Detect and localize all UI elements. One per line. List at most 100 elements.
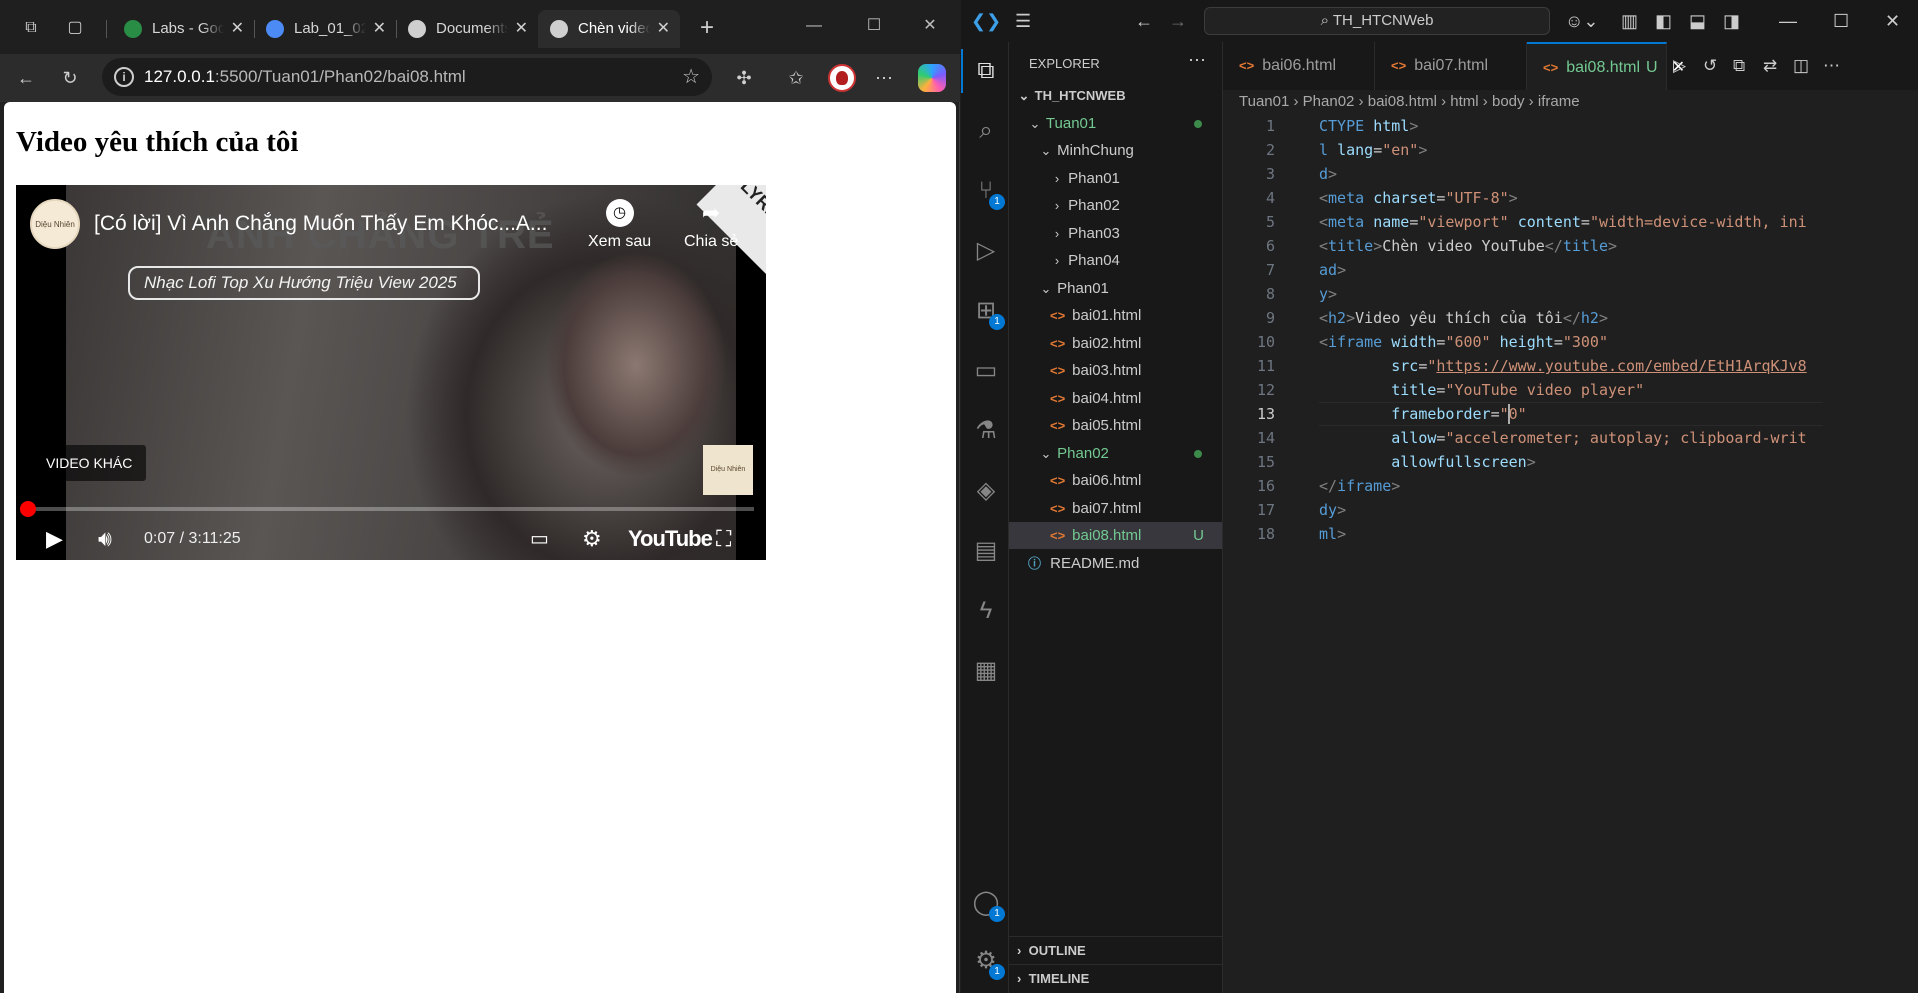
file-item[interactable]: <> bai07.html [1009, 495, 1222, 522]
minimize-icon[interactable]: — [1779, 10, 1797, 32]
volume-icon[interactable]: 🔊︎ [98, 524, 112, 554]
accounts-icon[interactable]: ◯ 1 [971, 888, 1005, 922]
explorer-more-icon[interactable]: ⋯ [1188, 50, 1206, 71]
breadcrumb-item[interactable]: html [1450, 93, 1478, 110]
channel-watermark[interactable]: Diệu Nhiên [703, 445, 753, 495]
back-icon[interactable]: ← [14, 66, 38, 90]
file-item[interactable]: <> bai02.html [1009, 330, 1222, 357]
youtube-logo[interactable]: YouTube [628, 526, 713, 552]
reload-icon[interactable]: ↻ [58, 66, 82, 90]
folder-item[interactable]: ⌄ MinhChung [1009, 137, 1222, 164]
containers-icon[interactable]: ▦ [971, 656, 1001, 686]
tab-close-icon[interactable]: ✕ [231, 10, 244, 48]
toggle-sidebar-icon[interactable]: ◧ [1655, 10, 1672, 32]
menu-icon[interactable]: ☰ [1015, 10, 1031, 32]
new-tab-icon[interactable]: + [696, 16, 718, 40]
workspaces-icon[interactable]: ⧉ [20, 17, 42, 39]
folder-item[interactable]: › Phan02 [1009, 192, 1222, 219]
folder-item[interactable]: ⌄ Phan02 [1009, 440, 1222, 467]
explorer-icon[interactable]: ⧉ [961, 49, 1001, 93]
tab-actions-icon[interactable]: ▢ [64, 17, 86, 39]
settings-gear-icon[interactable]: ⚙ [582, 524, 602, 554]
maximize-icon[interactable]: ☐ [860, 14, 888, 38]
breadcrumb-item[interactable]: Phan02 [1303, 93, 1355, 110]
more-menu-icon[interactable]: ⋯ [872, 66, 896, 90]
copilot-icon[interactable] [918, 64, 946, 92]
favorites-icon[interactable]: ✩ [784, 66, 808, 90]
browser-tab[interactable]: Chèn video ✕ [538, 10, 680, 48]
nav-forward-icon[interactable]: → [1169, 10, 1187, 32]
folder-item[interactable]: ⌄ TH_HTCNWEB [1009, 82, 1222, 109]
editor-tab[interactable]: <> bai07.html [1375, 42, 1527, 90]
tab-close-icon[interactable]: ✕ [373, 10, 386, 48]
more-videos-button[interactable]: VIDEO KHÁC [32, 445, 147, 481]
code-editor[interactable]: 1 CTYPE html> 2 l lang="en"> 3 d> 4 <meta chars… [1223, 114, 1823, 543]
maximize-icon[interactable]: ☐ [1833, 10, 1849, 32]
minimize-icon[interactable]: — [800, 14, 828, 38]
open-preview-icon[interactable]: ⧉ [1733, 56, 1745, 76]
folder-item[interactable]: ⌄ Tuan01 [1009, 110, 1222, 137]
manage-gear-icon[interactable]: ⚙ 1 [971, 946, 1005, 980]
run-icon[interactable]: ▷ [1673, 56, 1686, 76]
youtube-embed-player[interactable]: ANH CHẢNG TRẺ Nhạc Lofi Top Xu Hướng Tri… [16, 185, 766, 560]
folder-item[interactable]: › Phan01 [1009, 165, 1222, 192]
progress-bar[interactable] [20, 501, 754, 517]
toggle-panel-icon[interactable]: ⬓ [1689, 10, 1706, 32]
extensions-icon[interactable]: ⊞ 1 [971, 296, 1005, 330]
file-item[interactable]: <> bai01.html [1009, 302, 1222, 329]
source-control-icon[interactable]: ⑂ 1 [971, 176, 1005, 210]
python-icon[interactable]: ◈ [971, 476, 1001, 506]
copilot-icon[interactable]: ☺⌄ [1565, 10, 1598, 32]
command-center-search[interactable]: ⌕ TH_HTCNWeb [1204, 7, 1550, 35]
browser-tab[interactable]: Lab_01_02 ✕ [254, 10, 396, 48]
editor-tab[interactable]: <> bai06.html [1223, 42, 1375, 90]
subtitles-icon[interactable]: ▭ [530, 524, 549, 554]
play-icon[interactable]: ▶ [46, 524, 63, 554]
fullscreen-icon[interactable]: ⛶ [716, 524, 731, 554]
layout-icon[interactable]: ▥ [1621, 10, 1638, 32]
file-item[interactable]: <> bai08.html U [1009, 522, 1222, 549]
site-info-icon[interactable]: i [114, 67, 134, 87]
file-item[interactable]: <> bai05.html [1009, 412, 1222, 439]
editor-tab[interactable]: <> bai08.html U ✕ [1527, 42, 1685, 90]
file-item[interactable]: <> bai06.html [1009, 467, 1222, 494]
breadcrumb-item[interactable]: body [1492, 93, 1525, 110]
channel-logo[interactable]: Diệu Nhiên [30, 199, 80, 249]
outline-section[interactable]: › OUTLINE [1009, 936, 1222, 964]
timeline-history-icon[interactable]: ↺ [1703, 56, 1717, 76]
testing-icon[interactable]: ⚗ [971, 416, 1001, 446]
browser-tab[interactable]: Documents ✕ [396, 10, 538, 48]
folder-item[interactable]: › Phan04 [1009, 247, 1222, 274]
watch-later-button[interactable]: ◷ Xem sau [588, 199, 651, 251]
address-bar[interactable]: i 127.0.0.1:5500/Tuan01/Phan02/bai08.htm… [102, 58, 712, 96]
compare-changes-icon[interactable]: ⇄ [1763, 56, 1777, 76]
split-editor-icon[interactable]: ◫ [1793, 56, 1809, 76]
nav-back-icon[interactable]: ← [1135, 10, 1153, 32]
progress-scrubber[interactable] [20, 501, 37, 517]
favorite-star-icon[interactable]: ☆ [682, 58, 700, 96]
run-debug-icon[interactable]: ▷ [971, 236, 1001, 266]
tab-close-icon[interactable]: ✕ [657, 10, 670, 48]
close-window-icon[interactable]: ✕ [916, 14, 944, 38]
chat-icon[interactable]: ▤ [971, 536, 1001, 566]
folder-item[interactable]: ⌄ Phan01 [1009, 275, 1222, 302]
toggle-secondary-sidebar-icon[interactable]: ◨ [1723, 10, 1740, 32]
profile-avatar[interactable] [828, 64, 856, 92]
tab-close-icon[interactable]: ✕ [515, 10, 528, 48]
breadcrumb-item[interactable]: iframe [1538, 93, 1580, 110]
breadcrumb-item[interactable]: Tuan01 [1239, 93, 1289, 110]
close-window-icon[interactable]: ✕ [1885, 10, 1900, 32]
more-actions-icon[interactable]: ⋯ [1823, 56, 1840, 76]
share-button[interactable]: ➦ Chia sẻ [684, 199, 738, 251]
breadcrumb-item[interactable]: bai08.html [1368, 93, 1437, 110]
remote-explorer-icon[interactable]: ▭ [971, 356, 1001, 386]
video-title[interactable]: [Có lời] Vì Anh Chẳng Muốn Thấy Em Khóc.… [94, 212, 564, 236]
folder-item[interactable]: › Phan03 [1009, 220, 1222, 247]
file-item[interactable]: <> bai03.html [1009, 357, 1222, 384]
thunder-client-icon[interactable]: ϟ [971, 596, 1001, 626]
readme-item[interactable]: ⓘ README.md [1009, 550, 1222, 577]
timeline-section[interactable]: › TIMELINE [1009, 964, 1222, 992]
search-icon[interactable]: ⌕ [971, 116, 1001, 146]
extensions-icon[interactable]: ✣ [732, 66, 756, 90]
file-item[interactable]: <> bai04.html [1009, 385, 1222, 412]
